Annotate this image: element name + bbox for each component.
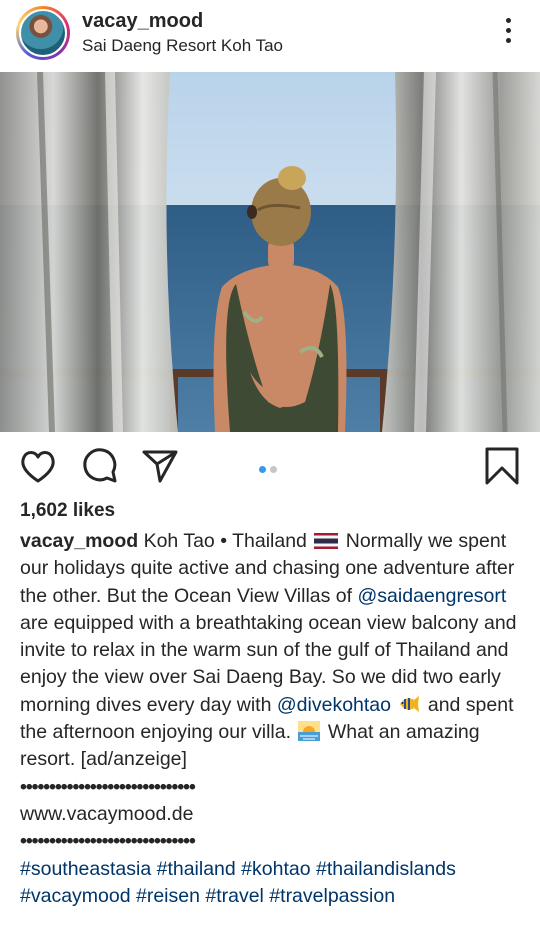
mention-link[interactable]: @saidaengresort [358, 585, 507, 607]
more-vertical-icon[interactable] [504, 18, 512, 48]
post-username[interactable]: vacay_mood [82, 10, 203, 33]
likes-count[interactable]: 1,602 likes [20, 500, 115, 522]
hashtags[interactable]: #southeastasia #thailand #kohtao #thaila… [20, 858, 456, 907]
carousel-indicator [259, 460, 281, 478]
post-location[interactable]: Sai Daeng Resort Koh Tao [82, 36, 283, 56]
bookmark-icon[interactable] [482, 446, 522, 486]
caption-divider: •••••••••••••••••••••••••••••• [20, 775, 196, 798]
website-text[interactable]: www.vacaymood.de [20, 803, 193, 825]
carousel-dot [270, 466, 277, 473]
caption-text: Koh Tao • Thailand [143, 530, 307, 552]
carousel-dot-active [259, 466, 266, 473]
thailand-flag-icon [314, 533, 339, 549]
post-photo[interactable] [0, 72, 540, 432]
sunrise-icon [298, 721, 321, 742]
mention-link[interactable]: @divekohtao [277, 694, 391, 716]
action-bar [0, 432, 540, 498]
avatar-image [19, 9, 67, 57]
post-caption: vacay_mood Koh Tao • Thailand Normally w… [20, 528, 525, 910]
caption-username[interactable]: vacay_mood [20, 530, 138, 552]
caption-divider: •••••••••••••••••••••••••••••• [20, 830, 196, 853]
heart-icon[interactable] [18, 446, 58, 486]
send-icon[interactable] [140, 446, 180, 486]
tropical-fish-icon [400, 695, 420, 712]
avatar[interactable] [16, 6, 70, 60]
post-header: vacay_mood Sai Daeng Resort Koh Tao [0, 0, 540, 72]
comment-icon[interactable] [80, 446, 120, 486]
